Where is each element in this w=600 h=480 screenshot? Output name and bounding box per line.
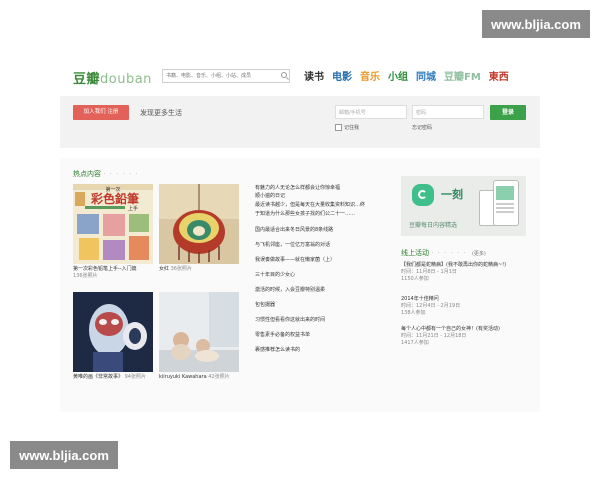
- article-link[interactable]: 最近读书越少，但是每天在大量收集资料知识…终: [255, 201, 365, 209]
- album-thumb-colored-pencil[interactable]: 第一次 彩色鉛筆 上手: [73, 184, 153, 264]
- search-icon[interactable]: [281, 72, 287, 78]
- album-thumb-painting[interactable]: [73, 292, 153, 372]
- remember-label: 记住我: [344, 125, 360, 131]
- activity-date: 时间：11月21日 - 12月18日: [401, 333, 467, 339]
- remember-checkbox[interactable]: [335, 124, 342, 131]
- banner-subtitle: 豆瓣每日内容精选: [409, 222, 458, 229]
- activity-item: 每个人心中都有一个自己的女神！(有奖活动) 时间：11月21日 - 12月18日…: [401, 326, 536, 347]
- activity-joined: 1417人参加: [401, 340, 429, 346]
- logo-english: douban: [100, 72, 152, 87]
- activity-joined: 138人参加: [401, 310, 426, 316]
- join-button[interactable]: 加入我们 注册: [73, 105, 129, 120]
- nav-item-dongxi[interactable]: 東西: [489, 68, 509, 83]
- header: 豆瓣douban 读书 电影 音乐 小组 同城 豆瓣FM 東西: [60, 62, 540, 96]
- album-photo-count: 42张照片: [208, 374, 230, 380]
- activity-item: 【我们都是蛇精病】(我不敢再出你的蛇精病~!) 时间：11月8日 - 1月1日 …: [401, 262, 536, 283]
- hot-title-dots: · · · · · ·: [103, 170, 139, 178]
- album-caption-title[interactable]: 第一次彩色铅笔上手--入门篇: [73, 266, 157, 273]
- activity-joined: 1150人参加: [401, 276, 429, 282]
- activities-more-link[interactable]: (更多): [472, 251, 486, 257]
- watermark-top: www.bljia.com: [482, 10, 590, 38]
- hot-title-text: 热点内容: [73, 170, 101, 178]
- album-caption: 黄唯的画《非常故事》 94张照片: [73, 374, 157, 381]
- album-thumb-embroidery[interactable]: [159, 184, 239, 264]
- album-caption: 女红 36张照片: [159, 266, 243, 273]
- activity-date: 时间：12月4日 - 2月19日: [401, 303, 461, 309]
- article-link[interactable]: 我误奏做故事——就在懒家菌（上）: [255, 256, 335, 264]
- login-bar: 加入我们 注册 发现更多生活 邮箱/手机号 密码 登录 记住我 忘记密码: [60, 96, 540, 148]
- article-link[interactable]: 三十年目的少女心: [255, 271, 295, 279]
- album-caption: 第一次彩色铅笔上手--入门篇 136张照片: [73, 266, 157, 280]
- main-nav: 读书 电影 音乐 小组 同城 豆瓣FM 東西: [304, 68, 509, 83]
- hot-section-title: 热点内容 · · · · · ·: [73, 169, 139, 179]
- article-link[interactable]: 有魅力的人无论怎么样都会让你惊幸福: [255, 184, 340, 192]
- article-link[interactable]: 顺小遍的日记: [255, 192, 285, 200]
- watermark-bottom: www.bljia.com: [10, 441, 118, 469]
- album-photo-count: 94张照片: [124, 374, 146, 380]
- album-thumb-photo[interactable]: [159, 292, 239, 372]
- nav-item-group[interactable]: 小组: [388, 68, 408, 83]
- article-link[interactable]: 裹感推荐怎么读书的: [255, 346, 300, 354]
- album-caption-title[interactable]: 女红: [159, 266, 169, 272]
- activity-date: 时间：11月8日 - 1月1日: [401, 269, 457, 275]
- article-link[interactable]: 国内最适合出来冬日风景的8条线路: [255, 226, 333, 234]
- douban-homepage: 豆瓣douban 读书 电影 音乐 小组 同城 豆瓣FM 東西 加入我们 注册 …: [60, 62, 540, 412]
- activities-title-dots: · · · · · ·: [431, 249, 467, 257]
- thumb1-line3: 上手: [128, 205, 138, 212]
- nav-item-music[interactable]: 音乐: [360, 68, 380, 83]
- password-field[interactable]: 密码: [412, 105, 484, 119]
- nav-item-book[interactable]: 读书: [304, 68, 324, 83]
- painting-cover: [73, 292, 153, 372]
- activities-title-text: 线上活动: [401, 249, 429, 257]
- remember-me[interactable]: 记住我: [335, 124, 359, 131]
- album-caption-title[interactable]: 黄唯的画《非常故事》: [73, 374, 123, 380]
- login-button[interactable]: 登录: [490, 105, 526, 120]
- nav-item-movie[interactable]: 电影: [332, 68, 352, 83]
- nav-item-fm[interactable]: 豆瓣FM: [444, 68, 481, 83]
- photo-cover: [159, 292, 239, 372]
- album-photo-count: 136张照片: [73, 273, 98, 279]
- article-link[interactable]: 激活的时候，入会豆瓣特别温柔: [255, 286, 325, 294]
- forgot-password-link[interactable]: 忘记密码: [412, 124, 432, 131]
- article-link[interactable]: 包包摄器: [255, 301, 275, 309]
- embroidery-cover: [159, 184, 239, 264]
- slogan: 发现更多生活: [140, 109, 182, 117]
- album-photo-count: 36张照片: [170, 266, 192, 272]
- album-caption-title[interactable]: kiiruyuki Kawahara: [159, 374, 207, 380]
- article-link[interactable]: 习惯性但看看你这就出来的时间: [255, 316, 325, 324]
- activity-item: 2014年十佳精问 时间：12月4日 - 2月19日 138人参加: [401, 296, 536, 317]
- article-link[interactable]: 与飞机邻座，一位亿万富翁的对话: [255, 241, 330, 249]
- article-link[interactable]: 于知道为什么那些女孩子找的们公二十一……: [255, 210, 355, 218]
- search-input[interactable]: [162, 69, 290, 83]
- yike-banner[interactable]: 一刻 豆瓣每日内容精选: [401, 176, 526, 236]
- yike-app-icon: [412, 184, 434, 206]
- phone-mockup-icon: [493, 180, 519, 226]
- logo-chinese: 豆瓣: [73, 72, 101, 87]
- activity-title[interactable]: 每个人心中都有一个自己的女神！(有奖活动): [401, 326, 536, 333]
- activity-title[interactable]: 【我们都是蛇精病】(我不敢再出你的蛇精病~!): [401, 262, 536, 269]
- album-caption: kiiruyuki Kawahara 42张照片: [159, 374, 243, 381]
- banner-title: 一刻: [441, 188, 463, 201]
- activities-section-title: 线上活动 · · · · · · (更多): [401, 248, 486, 258]
- activity-title[interactable]: 2014年十佳精问: [401, 296, 536, 303]
- thumb1-line2: 彩色鉛筆: [90, 191, 139, 206]
- colored-pencil-cover: 第一次 彩色鉛筆 上手: [73, 184, 153, 264]
- douban-logo[interactable]: 豆瓣douban: [73, 68, 152, 87]
- email-field[interactable]: 邮箱/手机号: [335, 105, 407, 119]
- nav-item-city[interactable]: 同城: [416, 68, 436, 83]
- content-area: 热点内容 · · · · · · 第一次 彩色鉛筆 上手 第一次彩色铅笔上手--…: [60, 158, 540, 412]
- article-link[interactable]: 零售素手必备的权益书单: [255, 331, 310, 339]
